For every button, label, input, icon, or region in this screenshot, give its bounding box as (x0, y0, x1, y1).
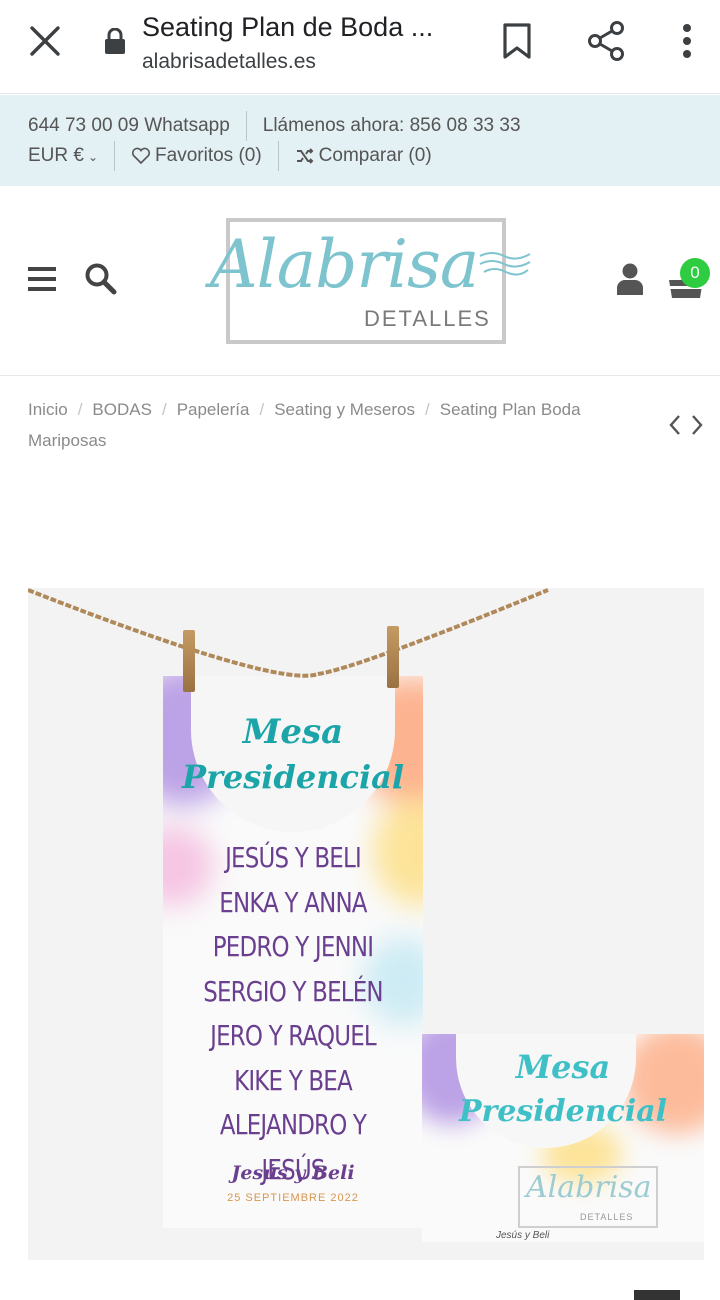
card-title-line-2: Presidencial (182, 758, 404, 796)
divider (245, 111, 247, 141)
small-card-signature: Jesús y Beli (496, 1230, 550, 1241)
currency-label: EUR € (28, 145, 84, 166)
guest-names-list: JESÚS Y BELI ENKA Y ANNA PEDRO Y JENNI S… (163, 836, 423, 1192)
breadcrumb-bodas[interactable]: BODAS (92, 400, 152, 419)
guest-name: PEDRO Y JENNI (212, 930, 374, 963)
breadcrumb-separator: / (425, 400, 430, 419)
site-logo[interactable]: Alabrisa DETALLES (200, 214, 532, 348)
user-account-icon[interactable] (616, 262, 644, 296)
small-logo-script: Alabrisa (526, 1170, 652, 1205)
cart-count-badge: 0 (680, 258, 710, 288)
compare-link[interactable]: Comparar (0) (295, 145, 432, 167)
site-header: Alabrisa DETALLES 0 (0, 186, 720, 376)
whatsapp-phone-link[interactable]: 644 73 00 09 Whatsapp (28, 115, 230, 137)
more-options-icon[interactable] (672, 20, 702, 62)
logo-script-text: Alabrisa (210, 226, 479, 303)
small-logo-frame: Alabrisa DETALLES (518, 1166, 658, 1228)
favorites-label: Favoritos (0) (155, 145, 262, 166)
divider (277, 141, 279, 171)
guest-name: ENKA Y ANNA (219, 885, 367, 919)
product-image[interactable]: Mesa Presidencial JESÚS Y BELI ENKA Y AN… (28, 588, 704, 1260)
close-icon[interactable] (26, 22, 64, 60)
search-icon[interactable] (84, 262, 118, 296)
prev-next-arrows-icon[interactable] (668, 412, 704, 438)
chevron-down-icon: ⌄ (87, 150, 99, 164)
page-url[interactable]: alabrisadetalles.es (142, 50, 316, 74)
compare-label: Comparar (0) (318, 145, 432, 166)
twine-string (28, 588, 549, 678)
guest-name: JESÚS Y BELI (225, 841, 362, 874)
waves-icon (479, 252, 531, 276)
top-info-bar: 644 73 00 09 Whatsapp Llámenos ahora: 85… (0, 95, 720, 186)
small-logo-subtitle: DETALLES (580, 1212, 634, 1222)
bookmark-icon[interactable] (500, 22, 534, 60)
hamburger-menu-icon[interactable] (28, 266, 56, 292)
scroll-to-top-button[interactable] (634, 1290, 680, 1300)
logo-subtitle: DETALLES (360, 306, 495, 332)
breadcrumb-separator: / (77, 400, 83, 419)
breadcrumb-separator: / (259, 400, 265, 419)
breadcrumb-inicio[interactable]: Inicio (28, 400, 68, 419)
page-title[interactable]: Seating Plan de Boda ... (142, 12, 433, 43)
seating-card-small: Mesa Presidencial Alabrisa DETALLES Jesú… (422, 1034, 704, 1242)
small-card-title-line-2: Presidencial (458, 1094, 668, 1129)
call-phone-link[interactable]: Llámenos ahora: 856 08 33 33 (263, 115, 521, 137)
favorites-link[interactable]: Favoritos (0) (131, 145, 262, 167)
clothespin-icon (387, 626, 399, 688)
clothespin-icon (183, 630, 195, 692)
card-date: 25 SEPTIEMBRE 2022 (227, 1192, 359, 1204)
guest-name: KIKE Y BEA (234, 1063, 353, 1097)
shuffle-icon (296, 148, 314, 164)
seating-card-large: Mesa Presidencial JESÚS Y BELI ENKA Y AN… (163, 676, 423, 1228)
browser-toolbar: Seating Plan de Boda ... alabrisadetalle… (0, 0, 720, 94)
breadcrumb-seating-meseros[interactable]: Seating y Meseros (274, 400, 415, 419)
guest-name: SERGIO Y BELÉN (203, 974, 383, 1008)
divider (114, 141, 116, 171)
currency-selector[interactable]: EUR € ⌄ (28, 145, 98, 167)
heart-icon (132, 147, 151, 165)
share-icon[interactable] (586, 20, 626, 62)
small-card-title-line-1: Mesa (515, 1048, 611, 1086)
breadcrumb-separator: / (161, 400, 167, 419)
card-title-line-1: Mesa (242, 712, 344, 752)
lock-icon (105, 28, 125, 54)
guest-name: JERO Y RAQUEL (210, 1019, 377, 1052)
breadcrumb-papeleria[interactable]: Papelería (177, 400, 250, 419)
breadcrumb: Inicio / BODAS / Papelería / Seating y Meseros… (28, 394, 608, 456)
card-signature: Jesús y Beli (231, 1162, 355, 1184)
